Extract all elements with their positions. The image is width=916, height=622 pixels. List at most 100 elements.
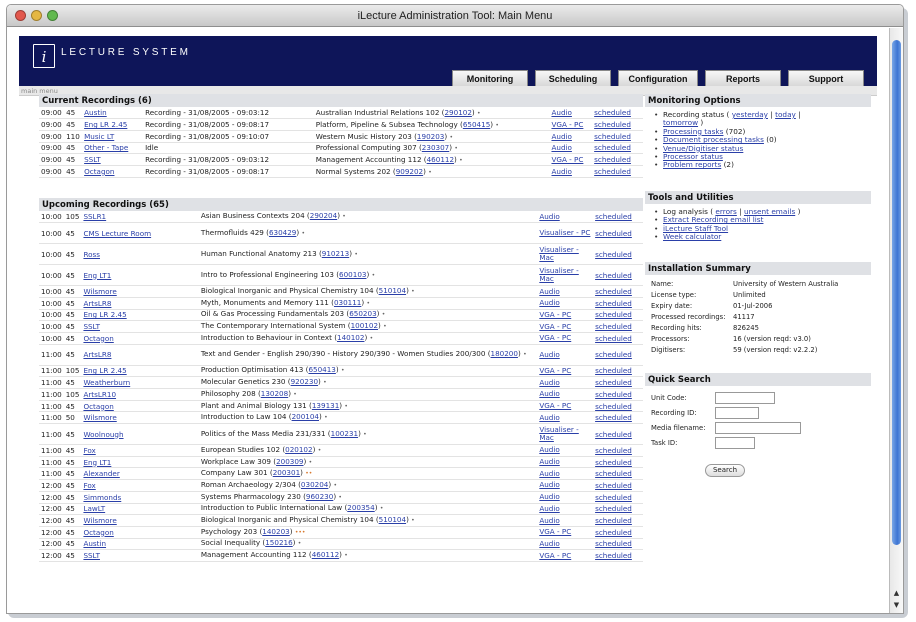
scheduled-link[interactable]: scheduled [594, 120, 631, 129]
scheduled-link[interactable]: scheduled [594, 143, 631, 152]
venue-link[interactable]: Eng LT1 [83, 271, 111, 280]
scheduled-link[interactable]: scheduled [595, 430, 632, 439]
task-id-input[interactable] [715, 437, 755, 449]
venue-link[interactable]: ArtsLR8 [83, 350, 111, 359]
media-link[interactable]: Audio [539, 457, 559, 466]
course-code-link[interactable]: 200309 [276, 457, 303, 466]
tab-monitoring[interactable]: Monitoring [452, 70, 528, 86]
scroll-up-arrow-icon[interactable]: ▲ [892, 589, 901, 597]
scheduled-link[interactable]: scheduled [595, 310, 632, 319]
venue-link[interactable]: LawLT [83, 504, 105, 513]
scheduled-link[interactable]: scheduled [595, 493, 632, 502]
media-link[interactable]: VGA - PC [539, 333, 571, 342]
media-link[interactable]: VGA - PC [539, 551, 571, 560]
venue-link[interactable]: SSLT [84, 155, 101, 164]
course-code-link[interactable]: 140203 [262, 527, 289, 536]
media-link[interactable]: Audio [539, 469, 559, 478]
venue-link[interactable]: Simmonds [83, 493, 121, 502]
media-link[interactable]: Audio [551, 132, 571, 141]
media-link[interactable]: Audio [539, 492, 559, 501]
scheduled-link[interactable]: scheduled [594, 132, 631, 141]
media-link[interactable]: Audio [539, 350, 559, 359]
media-link[interactable]: VGA - PC [539, 322, 571, 331]
venue-link[interactable]: Eng LT1 [83, 458, 111, 467]
venue-link[interactable]: Music LT [84, 132, 114, 141]
search-button[interactable]: Search [705, 464, 745, 477]
course-code-link[interactable]: 650413 [308, 365, 335, 374]
venue-link[interactable]: Other - Tape [84, 143, 128, 152]
venue-link[interactable]: SSLR1 [83, 212, 106, 221]
course-code-link[interactable]: 630429 [269, 228, 296, 237]
venue-link[interactable]: Woolnough [83, 430, 123, 439]
scheduled-link[interactable]: scheduled [595, 446, 632, 455]
venue-link[interactable]: Weatherburn [83, 378, 130, 387]
media-link[interactable]: VGA - PC [539, 401, 571, 410]
course-code-link[interactable]: 650415 [463, 120, 490, 129]
scheduled-link[interactable]: scheduled [595, 250, 632, 259]
media-link[interactable]: Audio [539, 389, 559, 398]
course-code-link[interactable]: 100231 [331, 429, 358, 438]
course-code-link[interactable]: 290102 [444, 108, 471, 117]
scheduled-link[interactable]: scheduled [595, 334, 632, 343]
unit-code-input[interactable] [715, 392, 775, 404]
venue-link[interactable]: Austin [84, 108, 107, 117]
media-link[interactable]: VGA - PC [539, 366, 571, 375]
course-code-link[interactable]: 190203 [417, 132, 444, 141]
venue-link[interactable]: Wilsmore [83, 516, 116, 525]
course-code-link[interactable]: 200354 [347, 503, 374, 512]
venue-link[interactable]: Octagon [83, 528, 113, 537]
media-link[interactable]: Visualiser - Mac [539, 425, 578, 442]
course-code-link[interactable]: 650203 [349, 309, 376, 318]
tab-reports[interactable]: Reports [705, 70, 781, 86]
scheduled-link[interactable]: scheduled [595, 402, 632, 411]
media-link[interactable]: VGA - PC [551, 155, 583, 164]
media-link[interactable]: Audio [551, 167, 571, 176]
course-code-link[interactable]: 150216 [265, 538, 292, 547]
course-code-link[interactable]: 200104 [292, 412, 319, 421]
course-code-link[interactable]: 030204 [301, 480, 328, 489]
venue-link[interactable]: Ross [83, 250, 100, 259]
media-link[interactable]: Audio [539, 298, 559, 307]
scheduled-link[interactable]: scheduled [594, 167, 631, 176]
media-link[interactable]: Visualiser - PC [539, 228, 590, 237]
course-code-link[interactable]: 200301 [273, 468, 300, 477]
scheduled-link[interactable]: scheduled [595, 350, 632, 359]
scheduled-link[interactable]: scheduled [594, 155, 631, 164]
media-link[interactable]: Audio [539, 445, 559, 454]
scheduled-link[interactable]: scheduled [595, 229, 632, 238]
course-code-link[interactable]: 909202 [396, 167, 423, 176]
scheduled-link[interactable]: scheduled [595, 322, 632, 331]
scheduled-link[interactable]: scheduled [595, 551, 632, 560]
venue-link[interactable]: Eng LR 2.45 [83, 366, 126, 375]
media-link[interactable]: Audio [551, 143, 571, 152]
course-code-link[interactable]: 020102 [285, 445, 312, 454]
media-link[interactable]: Audio [539, 413, 559, 422]
problem-reports-link[interactable]: Problem reports [663, 160, 721, 169]
course-code-link[interactable]: 140102 [337, 333, 364, 342]
media-link[interactable]: Audio [539, 516, 559, 525]
media-link[interactable]: VGA - PC [539, 310, 571, 319]
venue-link[interactable]: Wilsmore [83, 413, 116, 422]
venue-link[interactable]: Octagon [83, 402, 113, 411]
media-link[interactable]: Audio [551, 108, 571, 117]
scheduled-link[interactable]: scheduled [595, 287, 632, 296]
media-link[interactable]: Audio [539, 212, 559, 221]
course-code-link[interactable]: 510104 [379, 515, 406, 524]
venue-link[interactable]: Fox [83, 481, 95, 490]
venue-link[interactable]: Eng LR 2.45 [83, 310, 126, 319]
venue-link[interactable]: Austin [83, 539, 106, 548]
today-link[interactable]: today [775, 110, 796, 119]
media-link[interactable]: Audio [539, 480, 559, 489]
scheduled-link[interactable]: scheduled [595, 378, 632, 387]
scheduled-link[interactable]: scheduled [595, 528, 632, 537]
scheduled-link[interactable]: scheduled [595, 212, 632, 221]
scroll-down-arrow-icon[interactable]: ▼ [892, 601, 901, 609]
course-code-link[interactable]: 030111 [334, 298, 361, 307]
scheduled-link[interactable]: scheduled [595, 539, 632, 548]
vertical-scrollbar[interactable]: ▲ ▼ [889, 28, 903, 613]
course-code-link[interactable]: 460112 [312, 550, 339, 559]
scheduled-link[interactable]: scheduled [595, 469, 632, 478]
course-code-link[interactable]: 139131 [312, 401, 339, 410]
media-link[interactable]: Visualiser - Mac [539, 245, 578, 262]
scheduled-link[interactable]: scheduled [595, 481, 632, 490]
